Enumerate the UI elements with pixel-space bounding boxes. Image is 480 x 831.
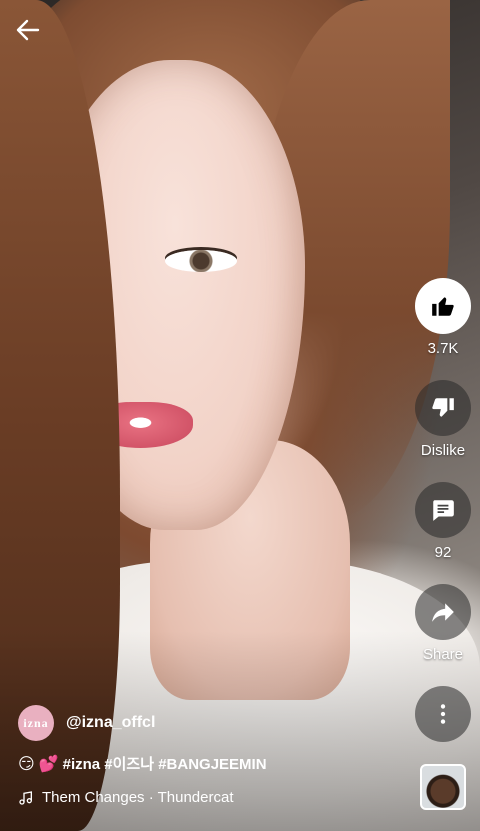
thumbs-up-icon: [432, 297, 454, 316]
more-icon: [440, 704, 446, 724]
dislike-button[interactable]: [415, 380, 471, 436]
channel-avatar[interactable]: izna: [18, 705, 54, 741]
share-action: Share: [415, 584, 471, 663]
comment-count: 92: [434, 544, 452, 561]
back-arrow-icon: [16, 19, 40, 41]
comments-button[interactable]: [415, 482, 471, 538]
video-caption: 😏 💕 #izna #이즈나 #BANGJEEMIN: [18, 753, 267, 774]
thumbs-down-icon: [432, 398, 454, 417]
caption-hashtags[interactable]: #izna #이즈나 #BANGJEEMIN: [63, 753, 267, 774]
back-button[interactable]: [14, 16, 42, 44]
share-label: Share: [422, 646, 464, 663]
share-icon: [432, 603, 454, 622]
music-track: Them Changes · Thundercat: [42, 789, 234, 806]
share-button[interactable]: [415, 584, 471, 640]
video-eye-right: [165, 250, 237, 272]
comment-icon: [433, 500, 454, 521]
more-action: [415, 686, 471, 742]
like-action: 3.7K: [415, 278, 471, 357]
like-button[interactable]: [415, 278, 471, 334]
more-button[interactable]: [415, 686, 471, 742]
channel-row: izna @izna_offcl: [18, 705, 155, 741]
music-row[interactable]: Them Changes · Thundercat: [18, 789, 234, 806]
channel-avatar-logo: izna: [23, 715, 49, 730]
music-album-thumbnail[interactable]: [420, 764, 466, 810]
hearts-emoji: 💕: [38, 755, 59, 773]
like-count: 3.7K: [427, 340, 459, 357]
dislike-label: Dislike: [420, 442, 466, 459]
smirk-emoji: 😏: [18, 755, 35, 773]
comments-action: 92: [415, 482, 471, 561]
channel-handle[interactable]: @izna_offcl: [66, 714, 155, 732]
dislike-action: Dislike: [415, 380, 471, 459]
music-note-icon: [19, 790, 32, 805]
